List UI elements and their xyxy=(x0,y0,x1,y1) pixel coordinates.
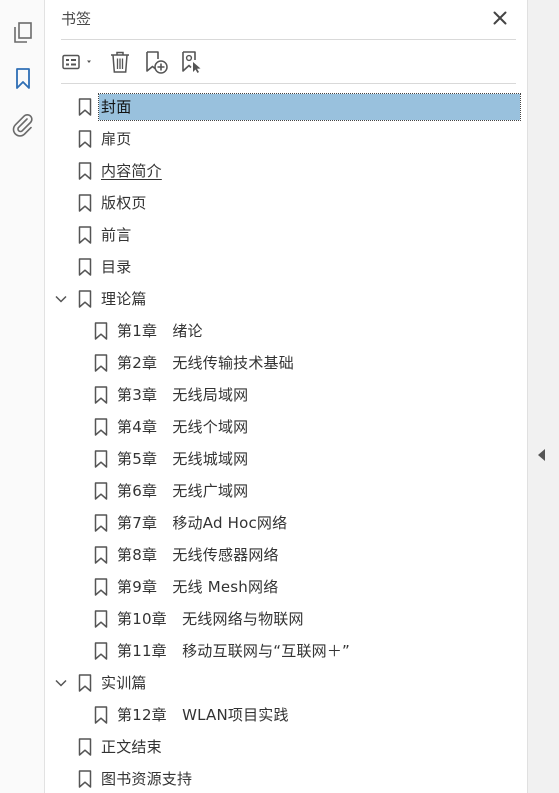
bookmark-item[interactable]: 第3章 无线局域网 xyxy=(46,379,527,411)
bookmark-label: 第10章 无线网络与物联网 xyxy=(117,610,304,628)
bookmark-item[interactable]: 第4章 无线个域网 xyxy=(46,411,527,443)
bookmark-item[interactable]: 实训篇 xyxy=(46,667,527,699)
bookmark-label: 封面 xyxy=(98,93,521,121)
bookmark-item[interactable]: 第8章 无线传感器网络 xyxy=(46,539,527,571)
bookmark-item[interactable]: 第9章 无线 Mesh网络 xyxy=(46,571,527,603)
bookmark-item[interactable]: 前言 xyxy=(46,219,527,251)
bookmark-icon xyxy=(78,226,92,244)
bookmark-label: 第11章 移动互联网与“互联网＋” xyxy=(117,642,351,660)
bookmark-tree: 封面 扉页 内容简介 版权页 前言 目录 理论篇 第1章 绪论 第2章 无线传输… xyxy=(46,91,527,793)
chevron-down-icon[interactable] xyxy=(54,676,68,690)
bookmark-item[interactable]: 扉页 xyxy=(46,123,527,155)
bookmark-label: 第9章 无线 Mesh网络 xyxy=(117,578,279,596)
bookmark-item[interactable]: 封面 xyxy=(46,91,527,123)
bookmark-item[interactable]: 第6章 无线广域网 xyxy=(46,475,527,507)
bookmark-item[interactable]: 正文结束 xyxy=(46,731,527,763)
bookmark-toolbar xyxy=(61,48,215,76)
bookmark-icon xyxy=(94,418,108,436)
bookmark-label: 第5章 无线城域网 xyxy=(117,450,249,468)
header-divider xyxy=(61,39,516,40)
bookmark-label: 第2章 无线传输技术基础 xyxy=(117,354,294,372)
bookmark-item[interactable]: 理论篇 xyxy=(46,283,527,315)
options-menu-icon xyxy=(62,54,91,70)
bookmark-icon xyxy=(78,258,92,276)
bookmark-icon xyxy=(94,322,108,340)
bookmark-item[interactable]: 第12章 WLAN项目实践 xyxy=(46,699,527,731)
bookmark-item[interactable]: 图书资源支持 xyxy=(46,763,527,793)
bookmark-icon xyxy=(78,162,92,180)
bookmark-item[interactable]: 内容简介 xyxy=(46,155,527,187)
bookmark-label: 版权页 xyxy=(101,194,147,212)
bookmark-item[interactable]: 第2章 无线传输技术基础 xyxy=(46,347,527,379)
navigation-rail xyxy=(0,0,45,793)
bookmark-label: 扉页 xyxy=(101,130,132,148)
bookmark-icon[interactable] xyxy=(9,65,36,92)
bookmark-label: 内容简介 xyxy=(101,162,162,180)
bookmark-label: 正文结束 xyxy=(101,738,162,756)
bookmark-icon xyxy=(78,130,92,148)
bookmark-label: 第12章 WLAN项目实践 xyxy=(117,706,289,724)
new-bookmark-button[interactable] xyxy=(143,48,169,76)
bookmark-icon xyxy=(94,578,108,596)
bookmark-icon xyxy=(78,194,92,212)
new-bookmark-icon xyxy=(146,51,168,74)
bookmark-label: 前言 xyxy=(101,226,132,244)
bookmark-icon xyxy=(78,738,92,756)
bookmark-item[interactable]: 第7章 移动Ad Hoc网络 xyxy=(46,507,527,539)
bookmark-label: 第8章 无线传感器网络 xyxy=(117,546,279,564)
delete-icon xyxy=(111,51,129,73)
bookmark-icon xyxy=(94,610,108,628)
panel-splitter[interactable] xyxy=(527,0,559,793)
delete-bookmark-button[interactable] xyxy=(107,48,133,76)
toolbar-divider xyxy=(61,83,516,84)
bookmark-icon xyxy=(94,386,108,404)
chevron-down-icon[interactable] xyxy=(54,292,68,306)
bookmark-icon xyxy=(94,642,108,660)
bookmark-label: 第7章 移动Ad Hoc网络 xyxy=(117,514,288,532)
new-bookmark-from-structure-icon xyxy=(182,51,201,73)
options-menu-button[interactable] xyxy=(61,48,97,76)
bookmarks-panel: 书签 封面 扉页 内容简介 版权页 前言 目录 理论篇 第1章 绪论 第2章 无… xyxy=(46,0,527,793)
bookmark-icon xyxy=(78,770,92,788)
bookmark-icon xyxy=(94,706,108,724)
bookmark-label: 实训篇 xyxy=(101,674,147,692)
bookmark-icon xyxy=(78,290,92,308)
bookmark-item[interactable]: 第5章 无线城域网 xyxy=(46,443,527,475)
bookmark-label: 第4章 无线个域网 xyxy=(117,418,249,436)
close-icon xyxy=(493,11,507,25)
bookmark-item[interactable]: 第1章 绪论 xyxy=(46,315,527,347)
bookmark-label: 第1章 绪论 xyxy=(117,322,203,340)
bookmark-icon xyxy=(94,482,108,500)
bookmark-label: 图书资源支持 xyxy=(101,770,193,788)
close-panel-button[interactable] xyxy=(490,8,510,28)
bookmark-label: 目录 xyxy=(101,258,132,276)
panel-title: 书签 xyxy=(61,10,92,28)
bookmark-icon xyxy=(78,674,92,692)
bookmark-icon xyxy=(94,450,108,468)
bookmark-item[interactable]: 目录 xyxy=(46,251,527,283)
bookmark-icon xyxy=(94,354,108,372)
pages-icon[interactable] xyxy=(9,19,36,46)
bookmark-icon xyxy=(94,514,108,532)
bookmark-label: 理论篇 xyxy=(101,290,147,308)
bookmark-label: 第6章 无线广域网 xyxy=(117,482,249,500)
attachment-icon[interactable] xyxy=(9,111,36,138)
bookmark-label: 第3章 无线局域网 xyxy=(117,386,249,404)
bookmark-item[interactable]: 版权页 xyxy=(46,187,527,219)
bookmark-item[interactable]: 第10章 无线网络与物联网 xyxy=(46,603,527,635)
bookmark-icon xyxy=(78,98,92,116)
bookmark-icon xyxy=(94,546,108,564)
collapse-arrow-icon[interactable] xyxy=(536,448,548,462)
new-bookmark-from-structure-button[interactable] xyxy=(179,48,205,76)
bookmark-item[interactable]: 第11章 移动互联网与“互联网＋” xyxy=(46,635,527,667)
